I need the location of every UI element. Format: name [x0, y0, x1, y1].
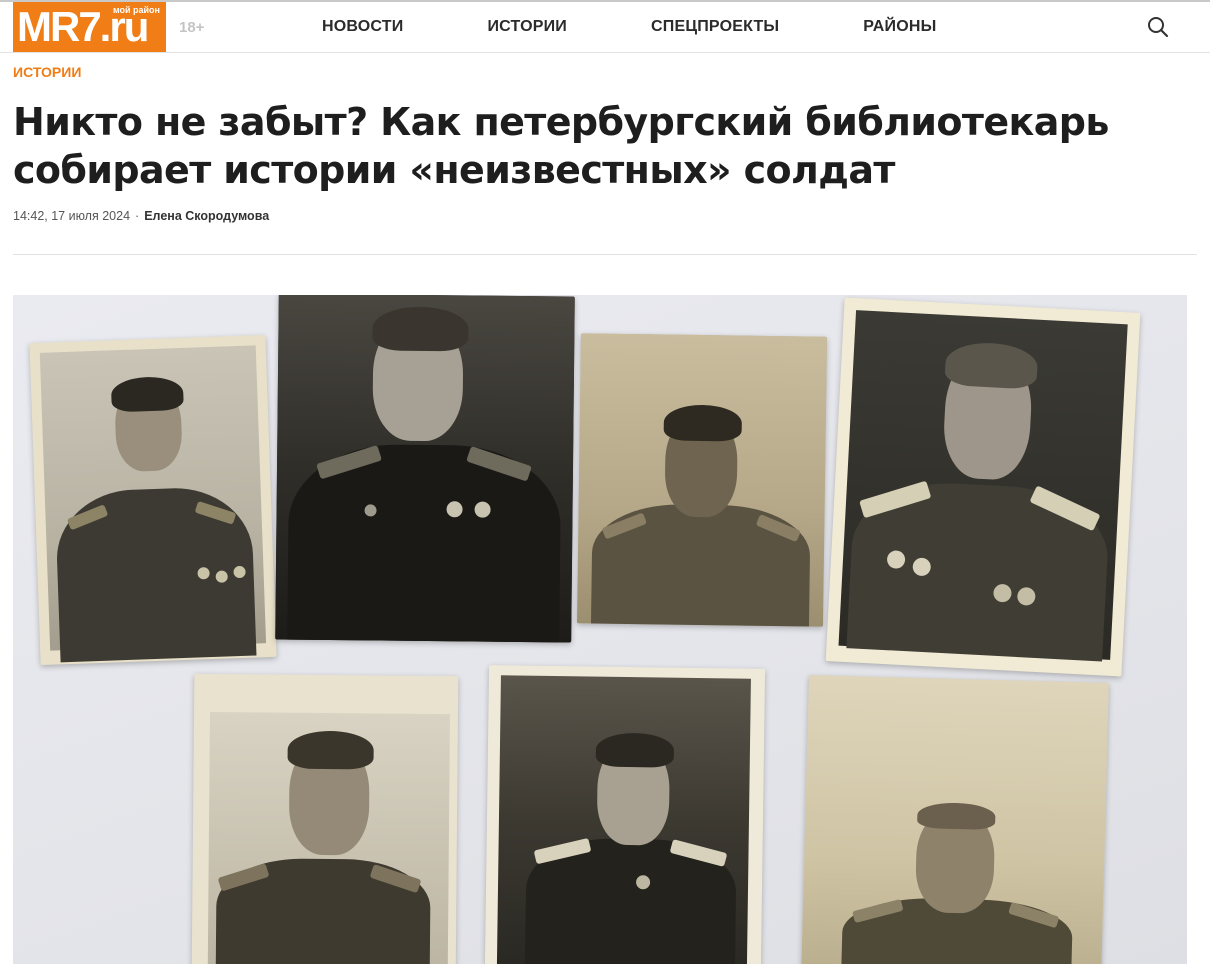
- main-nav: НОВОСТИ ИСТОРИИ СПЕЦПРОЕКТЫ РАЙОНЫ: [280, 2, 978, 52]
- article-title: Никто не забыт? Как петербургский библио…: [13, 100, 1109, 192]
- soldier-photo-6: [484, 665, 766, 964]
- soldier-photo-4: [825, 297, 1141, 677]
- soldier-photo-7: [801, 675, 1109, 964]
- article-meta: 14:42, 17 июля 2024 · Елена Скородумова: [13, 209, 269, 223]
- soldier-photo-5: [191, 673, 459, 964]
- hero-image: [13, 295, 1187, 964]
- search-icon[interactable]: [1145, 14, 1171, 40]
- nav-item-news[interactable]: НОВОСТИ: [322, 18, 403, 36]
- nav-item-stories[interactable]: ИСТОРИИ: [487, 18, 567, 36]
- soldier-photo-2: [275, 295, 575, 643]
- soldier-photo-3: [576, 333, 828, 627]
- meta-separator: ·: [135, 209, 140, 223]
- article-rubric[interactable]: ИСТОРИИ: [13, 64, 81, 80]
- article-author[interactable]: Елена Скородумова: [144, 209, 269, 223]
- site-header: MR7.ru мой район 18+ НОВОСТИ ИСТОРИИ СПЕ…: [0, 2, 1210, 53]
- header-divider: [13, 254, 1197, 255]
- soldier-photo-1: [29, 334, 277, 666]
- nav-item-special-projects[interactable]: СПЕЦПРОЕКТЫ: [651, 18, 779, 36]
- nav-item-districts[interactable]: РАЙОНЫ: [863, 18, 936, 36]
- article-datetime: 14:42, 17 июля 2024: [13, 209, 131, 223]
- site-logo[interactable]: MR7.ru мой район: [13, 2, 166, 52]
- age-rating-badge: 18+: [179, 19, 205, 36]
- logo-tagline: мой район: [112, 5, 160, 15]
